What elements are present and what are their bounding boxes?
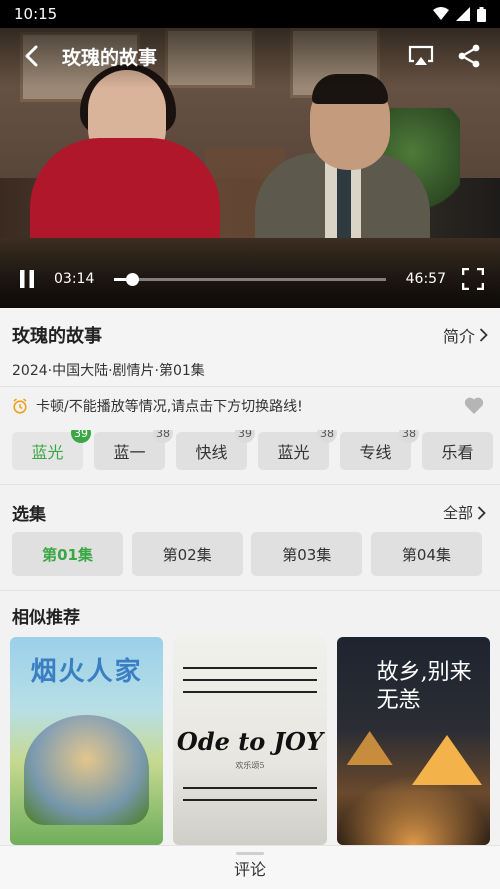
back-button[interactable] <box>14 39 48 73</box>
fullscreen-button[interactable] <box>460 262 486 296</box>
current-time: 03:14 <box>54 271 95 287</box>
source-label: 蓝一 <box>113 443 146 462</box>
all-episodes-label: 全部 <box>442 504 473 522</box>
alarm-clock-icon <box>13 398 27 414</box>
source-label: 乐看 <box>441 443 474 462</box>
poster-card[interactable]: 烟火人家 <box>10 637 164 845</box>
recommend-header: 相似推荐 <box>12 603 486 628</box>
intro-link[interactable]: 简介 <box>443 323 488 347</box>
episode-button[interactable]: 第02集 <box>131 532 243 576</box>
video-player[interactable]: 玫瑰的故事 03:14 46:57 <box>0 28 500 308</box>
video-info: 玫瑰的故事 简介 2024·中国大陆·剧情片·第01集 <box>0 308 500 386</box>
episodes-title: 选集 <box>12 505 46 525</box>
divider <box>0 590 500 591</box>
progress-bar[interactable] <box>114 272 386 286</box>
episode-list: 第01集 第02集 第03集 第04集 <box>12 532 482 576</box>
source-label: 专线 <box>359 443 392 462</box>
battery-icon <box>477 6 486 22</box>
source-tab[interactable]: 快线 39 <box>176 430 255 470</box>
recommend-list: 烟火人家 Ode to JOY 欢乐颂5 故乡,别来无恙 <box>10 637 490 845</box>
source-badge: 39 <box>235 430 255 443</box>
comment-label: 评论 <box>233 859 266 879</box>
poster-artwork <box>183 799 317 801</box>
player-top-bar: 玫瑰的故事 <box>0 36 500 76</box>
episodes-header: 选集 全部 <box>12 500 486 525</box>
source-badge: 38 <box>317 430 337 443</box>
poster-artwork <box>336 775 490 845</box>
route-notice: 卡顿/不能播放等情况,请点击下方切换路线! <box>12 396 484 416</box>
chevron-right-icon <box>479 328 488 342</box>
video-title: 玫瑰的故事 <box>12 326 102 347</box>
source-tab[interactable]: 专线 38 <box>340 430 419 470</box>
poster-title: Ode to JOY <box>176 727 324 756</box>
pause-icon <box>20 270 34 288</box>
cast-button[interactable] <box>404 39 438 73</box>
source-badge: 38 <box>153 430 173 443</box>
source-tab[interactable]: 蓝光 39 <box>12 430 91 470</box>
divider <box>0 386 500 387</box>
poster-title: 烟火人家 <box>30 657 143 687</box>
poster-artwork <box>24 715 150 825</box>
poster-card[interactable]: 故乡,别来无恙 <box>336 637 490 845</box>
source-label: 快线 <box>195 443 228 462</box>
total-time: 46:57 <box>405 271 446 287</box>
poster-artwork <box>183 691 317 693</box>
poster-artwork <box>183 787 317 789</box>
poster-artwork <box>183 667 317 669</box>
status-time: 10:15 <box>14 5 58 23</box>
share-button[interactable] <box>452 39 486 73</box>
player-controls: 03:14 46:57 <box>0 264 500 294</box>
chevron-right-icon <box>477 505 486 520</box>
intro-label: 简介 <box>442 327 475 346</box>
progress-knob[interactable] <box>126 272 140 286</box>
poster-card[interactable]: Ode to JOY 欢乐颂5 <box>173 637 327 845</box>
fullscreen-icon <box>462 268 484 290</box>
notice-text: 卡顿/不能播放等情况,请点击下方切换路线! <box>36 399 303 415</box>
video-meta: 2024·中国大陆·剧情片·第01集 <box>12 363 205 379</box>
episode-button[interactable]: 第01集 <box>12 532 123 576</box>
chevron-left-icon <box>25 45 38 67</box>
source-tab[interactable]: 蓝光 38 <box>258 430 337 470</box>
airplay-icon <box>408 45 434 65</box>
source-tab[interactable]: 乐看 <box>422 432 493 470</box>
source-badge: 39 <box>71 430 91 443</box>
source-label: 蓝光 <box>277 443 310 462</box>
favorite-heart-icon[interactable] <box>464 397 484 415</box>
signal-icon <box>456 7 470 21</box>
poster-artwork <box>183 679 317 681</box>
pause-button[interactable] <box>14 262 40 296</box>
poster-subtitle: 欢乐颂5 <box>235 761 265 770</box>
poster-artwork <box>411 735 482 785</box>
recommend-title: 相似推荐 <box>12 608 80 628</box>
share-icon <box>458 44 480 68</box>
player-title: 玫瑰的故事 <box>62 46 158 69</box>
episode-button[interactable]: 第03集 <box>251 532 363 576</box>
source-badge: 38 <box>399 430 419 443</box>
comment-bar[interactable]: 评论 <box>0 845 500 889</box>
poster-title: 故乡,别来无恙 <box>376 660 472 713</box>
divider <box>0 484 500 485</box>
source-label: 蓝光 <box>31 443 64 462</box>
all-episodes-link[interactable]: 全部 <box>443 502 486 523</box>
status-icons <box>433 6 486 22</box>
source-tab[interactable]: 蓝一 38 <box>94 430 173 470</box>
source-list: 蓝光 39 蓝一 38 快线 39 蓝光 38 专线 38 乐看 <box>12 430 500 472</box>
poster-artwork <box>346 731 393 765</box>
episode-button[interactable]: 第04集 <box>370 532 482 576</box>
drag-handle[interactable] <box>236 852 264 855</box>
wifi-icon <box>433 7 449 20</box>
status-bar: 10:15 <box>0 0 500 28</box>
